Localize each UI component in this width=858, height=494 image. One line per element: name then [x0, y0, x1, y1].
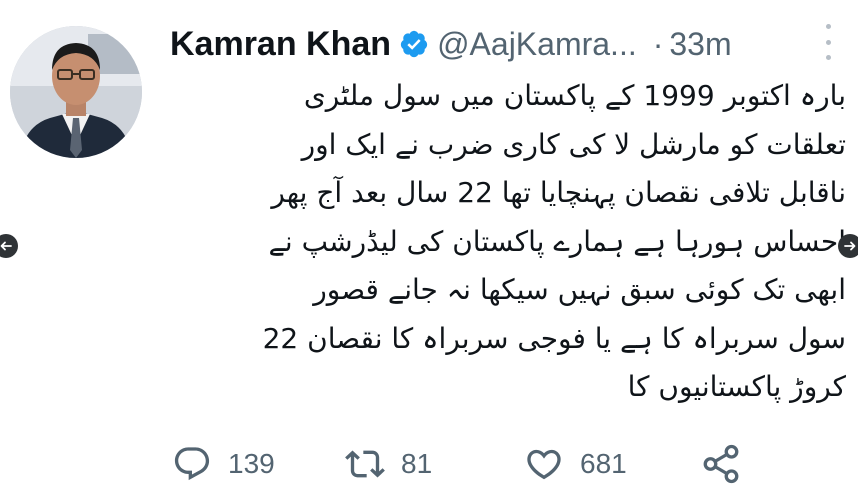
retweet-count: 81	[401, 448, 433, 479]
avatar[interactable]	[10, 26, 142, 158]
timestamp[interactable]: 33m	[669, 26, 731, 63]
more-options-icon[interactable]	[817, 24, 839, 60]
heart-icon	[527, 449, 561, 480]
profile-photo	[10, 26, 142, 158]
author-handle[interactable]: @AajKamra...	[437, 26, 637, 63]
previous-arrow-icon[interactable]	[0, 234, 18, 258]
tweet-line: تعلقات کو مارشل لا کی کاری ضرب نے ایک او…	[301, 127, 846, 161]
tweet-line: ابھی تک کوئی سبق نہیں سیکھا نہ جانے قصور	[313, 273, 846, 306]
action-bar: 139 81 681	[0, 438, 858, 490]
tweet-text: بارہ اکتوبر 1999 کے پاکستان میں سول ملٹر…	[150, 72, 846, 412]
reply-button[interactable]: 139	[172, 438, 275, 490]
retweet-button[interactable]: 81	[345, 438, 432, 490]
tweet-line: احساس ہورہا ہے ہمارے پاکستان کی لیڈرشپ ن…	[268, 224, 846, 258]
tweet-line: سول سربراہ کا ہے یا فوجی سربراہ کا نقصان…	[262, 321, 846, 355]
like-button[interactable]: 681	[524, 438, 627, 490]
share-icon	[703, 444, 739, 484]
like-count: 681	[580, 448, 627, 479]
verified-badge-icon	[399, 29, 429, 59]
retweet-icon	[345, 450, 385, 478]
tweet-line: ناقابل تلافی نقصان پہنچایا تھا 22 سال بع…	[271, 176, 846, 209]
tweet-line: کروڑ پاکستانیوں کا	[627, 370, 846, 403]
author-name[interactable]: Kamran Khan	[170, 25, 391, 64]
reply-icon	[174, 447, 210, 481]
reply-count: 139	[228, 448, 275, 479]
share-button[interactable]	[700, 438, 742, 490]
separator-dot: ·	[652, 25, 664, 62]
tweet-header: Kamran Khan @AajKamra... · 33m	[170, 18, 732, 70]
tweet-line: بارہ اکتوبر 1999 کے پاکستان میں سول ملٹر…	[303, 79, 846, 112]
next-arrow-icon[interactable]	[838, 234, 858, 258]
